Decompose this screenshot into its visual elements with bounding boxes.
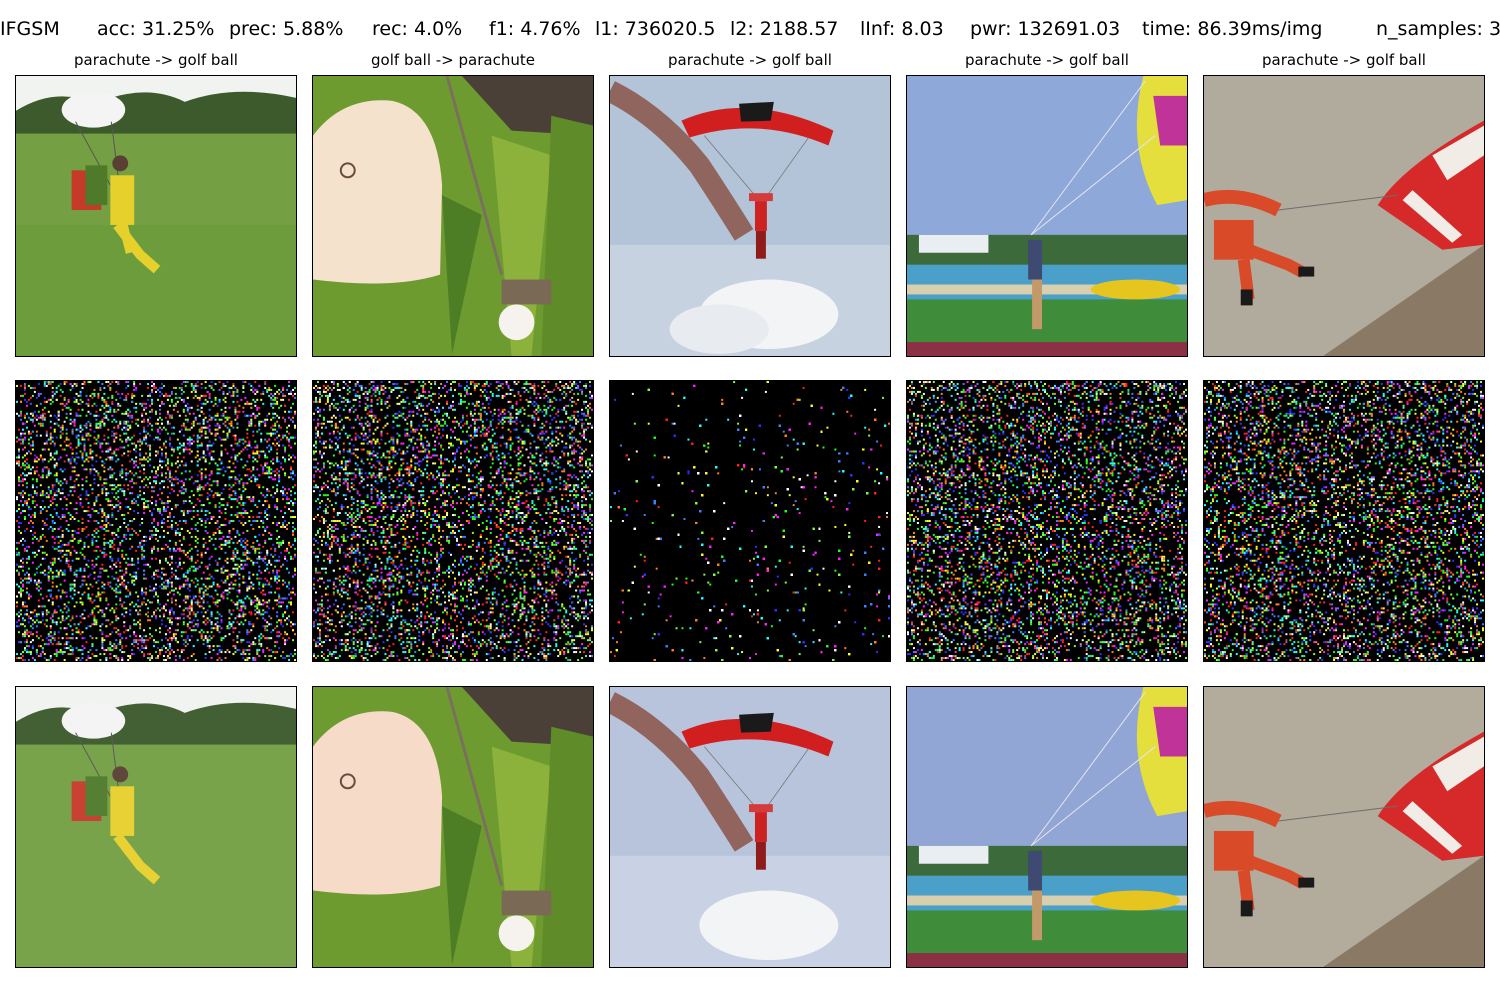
attack-method-label: IFGSM (0, 14, 60, 44)
column-title-3: parachute -> golf ball (609, 49, 891, 71)
n-samples-metric: n_samples: 3 (1376, 14, 1500, 44)
metrics-header: IFGSM acc: 31.25% prec: 5.88% rec: 4.0% … (0, 14, 1500, 44)
linf-metric: lInf: 8.03 (860, 14, 944, 44)
adversarial-image-tandem-skydivers (15, 686, 297, 968)
precision-metric: prec: 5.88% (229, 14, 343, 44)
power-metric: pwr: 132691.03 (970, 14, 1120, 44)
perturbation-noise-4 (906, 380, 1188, 662)
original-image-tandem-skydivers (15, 75, 297, 357)
f1-metric: f1: 4.76% (489, 14, 581, 44)
original-image-skydiver-smoke (609, 75, 891, 357)
perturbation-noise-5 (1203, 380, 1485, 662)
perturbation-noise-3 (609, 380, 891, 662)
original-image-skydiver-red-canopy (1203, 75, 1485, 357)
adversarial-image-skydiver-red-canopy (1203, 686, 1485, 968)
recall-metric: rec: 4.0% (372, 14, 462, 44)
adversarial-image-cap-golf-ball (312, 686, 594, 968)
time-metric: time: 86.39ms/img (1142, 14, 1322, 44)
adversarial-image-skydiver-smoke (609, 686, 891, 968)
l1-metric: l1: 736020.5 (595, 14, 715, 44)
accuracy-metric: acc: 31.25% (97, 14, 214, 44)
adversarial-image-parasailer-beach (906, 686, 1188, 968)
original-image-parasailer-beach (906, 75, 1188, 357)
column-title-4: parachute -> golf ball (906, 49, 1188, 71)
perturbation-noise-1 (15, 380, 297, 662)
original-image-cap-golf-ball (312, 75, 594, 357)
column-title-5: parachute -> golf ball (1203, 49, 1485, 71)
perturbation-noise-2 (312, 380, 594, 662)
l2-metric: l2: 2188.57 (730, 14, 838, 44)
column-title-1: parachute -> golf ball (15, 49, 297, 71)
column-title-2: golf ball -> parachute (312, 49, 594, 71)
